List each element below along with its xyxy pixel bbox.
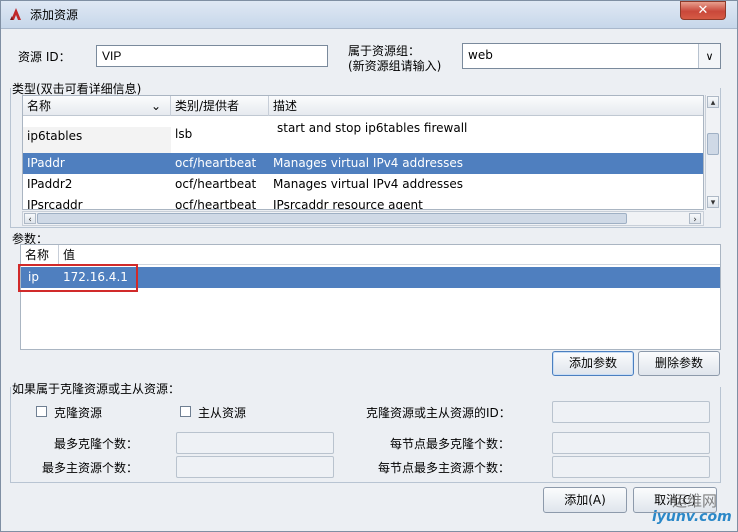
node-max-master-input[interactable] [552, 456, 710, 478]
add-button[interactable]: 添加(A) [543, 487, 627, 513]
scroll-down-icon[interactable]: ▾ [707, 196, 719, 208]
type-horizontal-scrollbar[interactable]: ‹ › [22, 211, 704, 226]
title-bar [1, 1, 737, 29]
master-checkbox[interactable] [180, 406, 191, 417]
node-max-clone-label: 每节点最多克隆个数： [390, 437, 511, 451]
type-table[interactable]: 名称 ⌄ 类别/提供者 描述 ip6tables lsb start and s… [22, 95, 704, 210]
scroll-thumb[interactable] [707, 133, 719, 155]
table-row[interactable]: ip6tables lsb start and stop ip6tables f… [23, 117, 703, 153]
type-table-header: 名称 ⌄ 类别/提供者 描述 [23, 96, 703, 116]
close-button[interactable]: ✕ [680, 1, 726, 20]
highlight-box [18, 264, 138, 292]
chevron-down-icon[interactable]: ∨ [698, 44, 720, 68]
clone-id-input[interactable] [552, 401, 710, 423]
max-clone-input[interactable] [176, 432, 334, 454]
clone-checkbox-label: 克隆资源 [54, 406, 103, 420]
window-title: 添加资源 [30, 8, 79, 22]
delete-param-button[interactable]: 删除参数 [638, 351, 720, 376]
add-param-button[interactable]: 添加参数 [552, 351, 634, 376]
type-col-provider[interactable]: 类别/提供者 [171, 96, 269, 116]
type-vertical-scrollbar[interactable]: ▴ ▾ [705, 95, 720, 210]
clone-id-label: 克隆资源或主从资源的ID： [366, 406, 511, 420]
table-row-selected[interactable]: IPaddr ocf/heartbeat Manages virtual IPv… [23, 153, 703, 174]
params-table[interactable]: 名称 值 ip 172.16.4.1 [20, 244, 721, 350]
table-row[interactable]: IPaddr2 ocf/heartbeat Manages virtual IP… [23, 174, 703, 195]
max-master-label: 最多主资源个数： [42, 461, 139, 475]
params-col-name[interactable]: 名称 [21, 245, 59, 265]
watermark-line1: 运维网 [672, 492, 718, 510]
resource-id-input[interactable] [96, 45, 328, 67]
group-combobox[interactable]: web ∨ [462, 43, 721, 69]
scroll-left-icon[interactable]: ‹ [24, 213, 36, 225]
node-max-master-label: 每节点最多主资源个数： [378, 461, 511, 475]
watermark-line2: iyunv.com [652, 509, 732, 525]
table-row[interactable]: IPsrcaddr ocf/heartbeat IPsrcaddr resour… [23, 195, 703, 209]
resource-id-label: 资源 ID： [18, 50, 71, 64]
max-master-input[interactable] [176, 456, 334, 478]
clone-checkbox[interactable] [36, 406, 47, 417]
watermark-logo: 运维网 iyunv.com [640, 489, 735, 529]
params-table-header: 名称 值 [21, 245, 720, 265]
type-col-description[interactable]: 描述 [269, 96, 703, 116]
node-max-clone-input[interactable] [552, 432, 710, 454]
sort-chevron-icon: ⌄ [151, 99, 162, 113]
scroll-up-icon[interactable]: ▴ [707, 96, 719, 108]
group-value: web [468, 48, 493, 62]
type-col-name[interactable]: 名称 ⌄ [23, 96, 171, 116]
params-col-value[interactable]: 值 [59, 245, 259, 265]
max-clone-label: 最多克隆个数： [54, 437, 139, 451]
scroll-thumb-horizontal[interactable] [37, 213, 627, 224]
app-logo-icon [10, 8, 21, 20]
group-hint-label: (新资源组请输入) [348, 59, 442, 73]
master-checkbox-label: 主从资源 [198, 406, 247, 420]
scroll-right-icon[interactable]: › [689, 213, 701, 225]
